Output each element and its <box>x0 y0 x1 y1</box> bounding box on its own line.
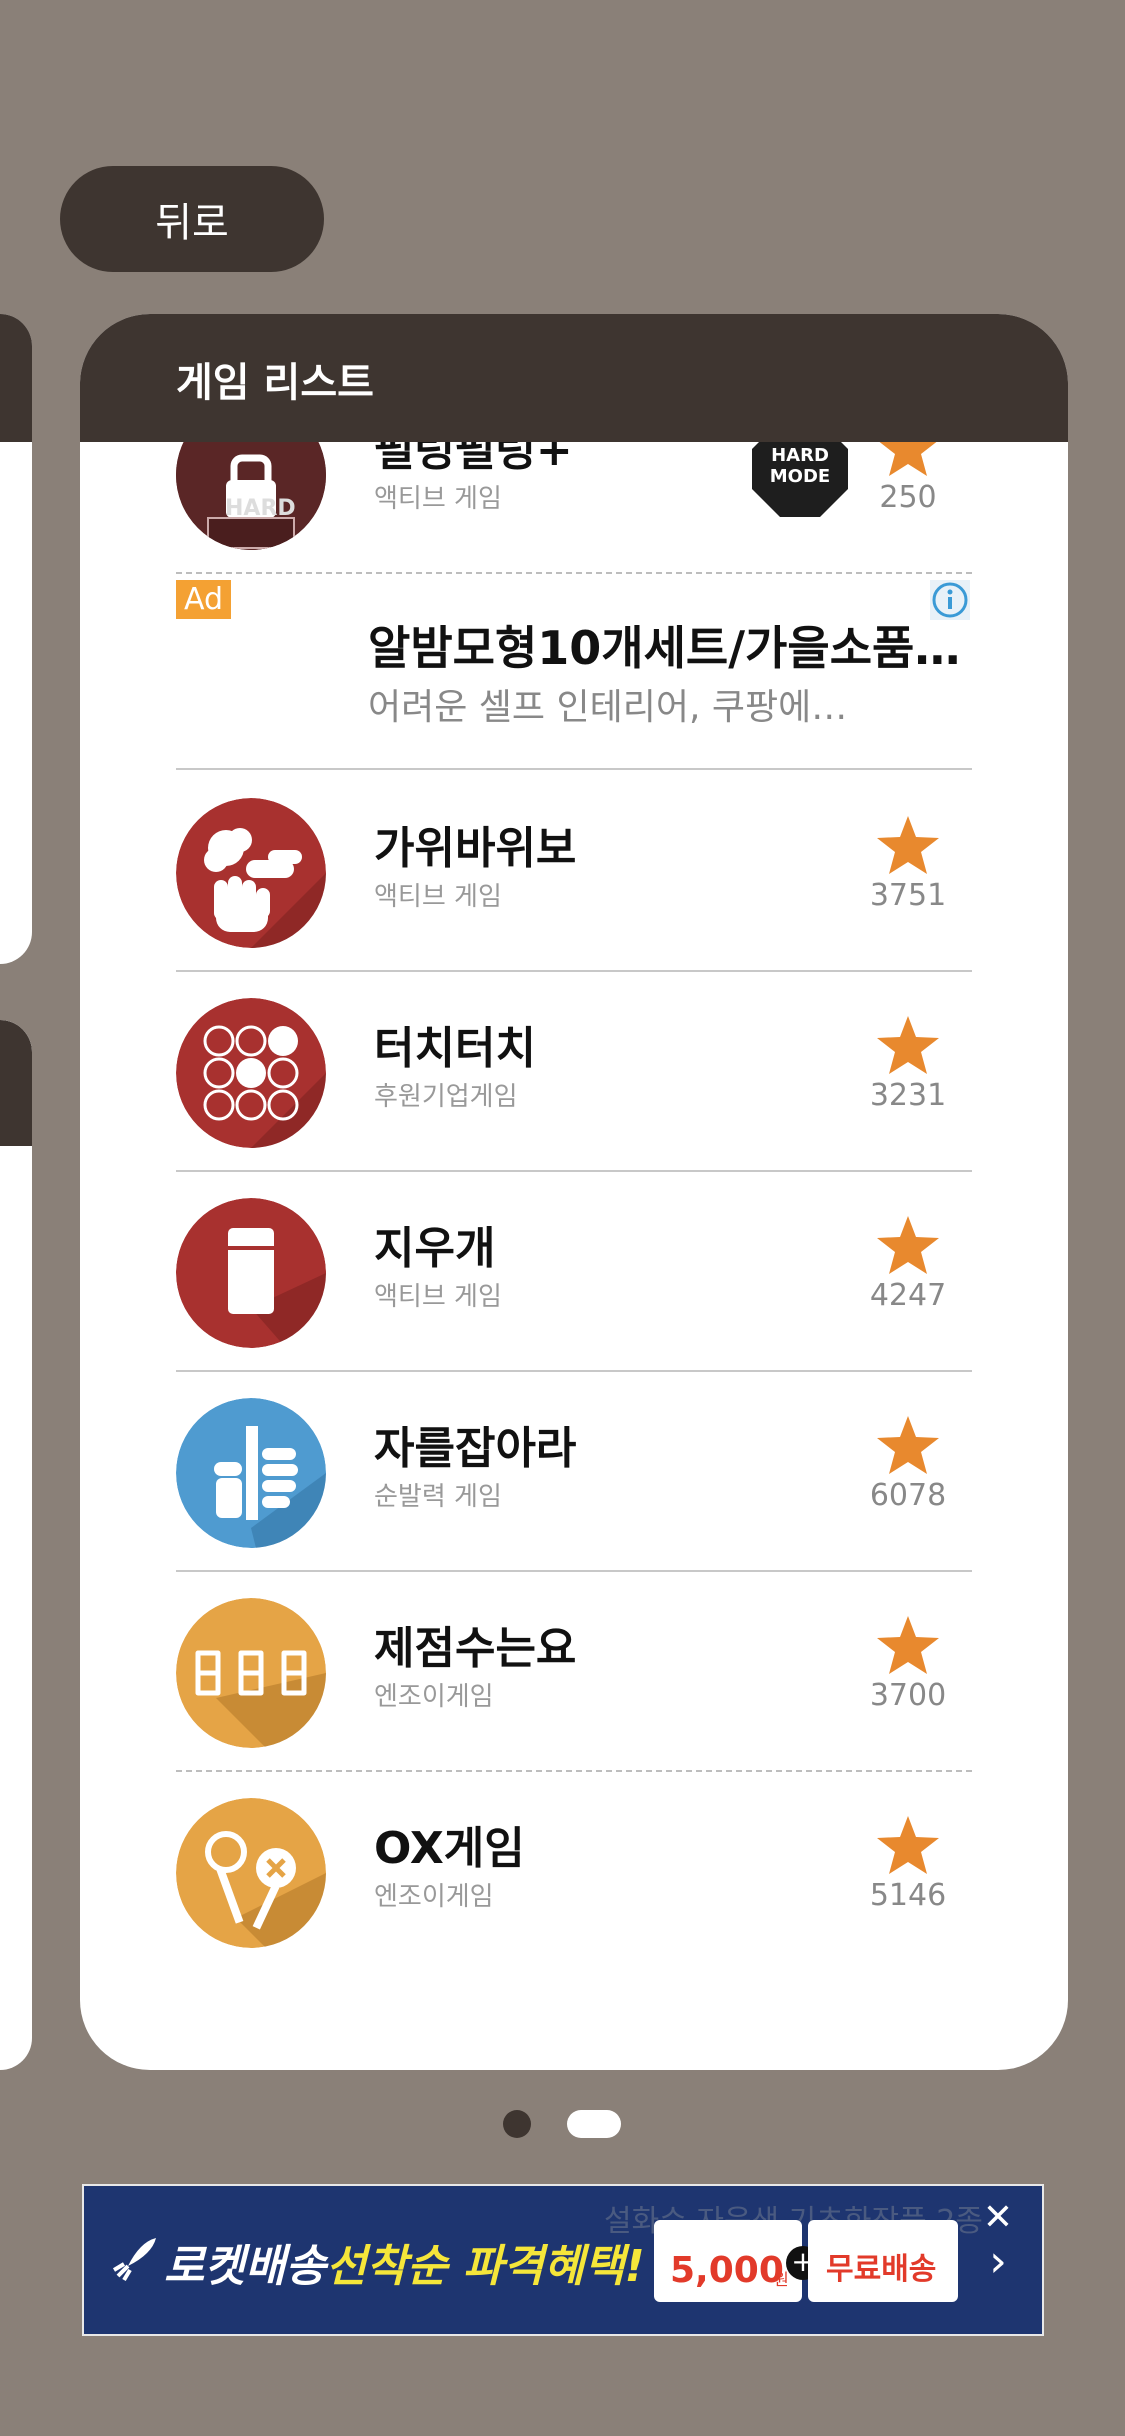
play-count: 6078 <box>869 1478 947 1513</box>
badge-line-1: HARD <box>771 445 829 466</box>
page-indicator <box>0 2108 1125 2138</box>
page-dot-active[interactable] <box>567 2110 621 2138</box>
game-category: 순발력 게임 <box>374 1482 502 1512</box>
game-row[interactable]: OX게임 엔조이게임 5146 <box>176 1772 972 1972</box>
coupon-amount: 5,000 <box>670 2250 784 2291</box>
star-icon <box>877 1216 939 1274</box>
close-icon[interactable]: ✕ <box>978 2198 1018 2238</box>
score-digits-icon <box>176 1598 326 1748</box>
rocket-icon <box>110 2236 158 2284</box>
star-icon <box>877 816 939 874</box>
game-title: 터치터치 <box>374 1023 536 1074</box>
star-icon <box>877 1816 939 1874</box>
play-count: 3231 <box>869 1078 947 1113</box>
game-category: 엔조이게임 <box>374 1682 494 1712</box>
eraser-icon <box>176 1198 326 1348</box>
free-shipping-label: 무료배송 <box>826 2252 937 2287</box>
game-category: 액티브 게임 <box>374 882 502 912</box>
chevron-right-icon[interactable]: › <box>978 2240 1018 2284</box>
ad-description: 어려운 셀프 인테리어, 쿠팡에… <box>368 687 848 728</box>
game-row[interactable]: 제점수는요 엔조이게임 3700 <box>176 1572 972 1772</box>
game-title: OX게임 <box>374 1823 525 1874</box>
game-title: 지우개 <box>374 1223 496 1274</box>
touch-circles-icon <box>176 998 326 1148</box>
game-row-partial[interactable]: HARD 펄렁펄렁+ 액티브 게임 HARD MODE 250 <box>176 442 972 574</box>
game-category: 엔조이게임 <box>374 1882 494 1912</box>
game-title: 가위바위보 <box>374 823 577 874</box>
star-icon <box>879 442 937 476</box>
page-dot[interactable] <box>503 2110 531 2138</box>
game-category: 후원기업게임 <box>374 1082 518 1112</box>
banner-ad[interactable]: 설화수 자음생 기초화장품 2종 로켓배송 선착순 파격혜택! 5,000 원 … <box>82 2184 1044 2336</box>
game-category: 액티브 게임 <box>374 1282 502 1312</box>
play-count: 3751 <box>869 878 947 913</box>
star-icon <box>877 1616 939 1674</box>
ad-title: 알밤모형10개세트/가을소품… <box>368 621 961 675</box>
banner-brand: 로켓배송 <box>164 2241 326 2292</box>
back-button[interactable]: 뒤로 <box>60 166 324 272</box>
play-count: 3700 <box>869 1678 947 1713</box>
star-icon <box>877 1416 939 1474</box>
rock-paper-scissors-icon <box>176 798 326 948</box>
free-shipping-box: 무료배송 <box>808 2220 958 2302</box>
hard-lock-label: HARD <box>225 496 296 521</box>
game-row[interactable]: 터치터치 후원기업게임 3231 <box>176 972 972 1172</box>
prev-card-top <box>0 314 32 964</box>
play-count: 4247 <box>869 1278 947 1313</box>
ad-row[interactable]: Ad 알밤모형10개세트/가을소품… 어려운 셀프 인테리어, 쿠팡에… <box>176 574 972 770</box>
ox-paddles-icon <box>176 1798 326 1948</box>
play-count: 5146 <box>869 1878 947 1913</box>
game-row[interactable]: 지우개 액티브 게임 4247 <box>176 1172 972 1372</box>
card-header: 게임 리스트 <box>80 314 1068 442</box>
game-list[interactable]: HARD 펄렁펄렁+ 액티브 게임 HARD MODE 250 Ad 알밤모형1… <box>80 442 1068 2070</box>
ad-tag: Ad <box>176 580 232 619</box>
card-title: 게임 리스트 <box>176 360 374 406</box>
game-category: 액티브 게임 <box>374 484 502 514</box>
hand-catch-icon <box>176 1398 326 1548</box>
game-title: 제점수는요 <box>374 1623 577 1674</box>
coupon-box: 5,000 원 <box>654 2220 802 2302</box>
row-separator <box>176 768 972 770</box>
play-count: 250 <box>879 480 937 515</box>
star-icon <box>877 1016 939 1074</box>
prev-card-bottom <box>0 1020 32 2070</box>
game-list-card: 게임 리스트 HARD 펄렁펄렁+ 액티브 게임 HARD MODE 250 A… <box>80 314 1068 2070</box>
game-title: 자를잡아라 <box>374 1423 577 1474</box>
game-row[interactable]: 자를잡아라 순발력 게임 6078 <box>176 1372 972 1572</box>
game-row[interactable]: 가위바위보 액티브 게임 3751 <box>176 772 972 972</box>
game-title: 펄렁펄렁+ <box>374 442 573 476</box>
banner-headline: 선착순 파격혜택! <box>326 2241 645 2292</box>
